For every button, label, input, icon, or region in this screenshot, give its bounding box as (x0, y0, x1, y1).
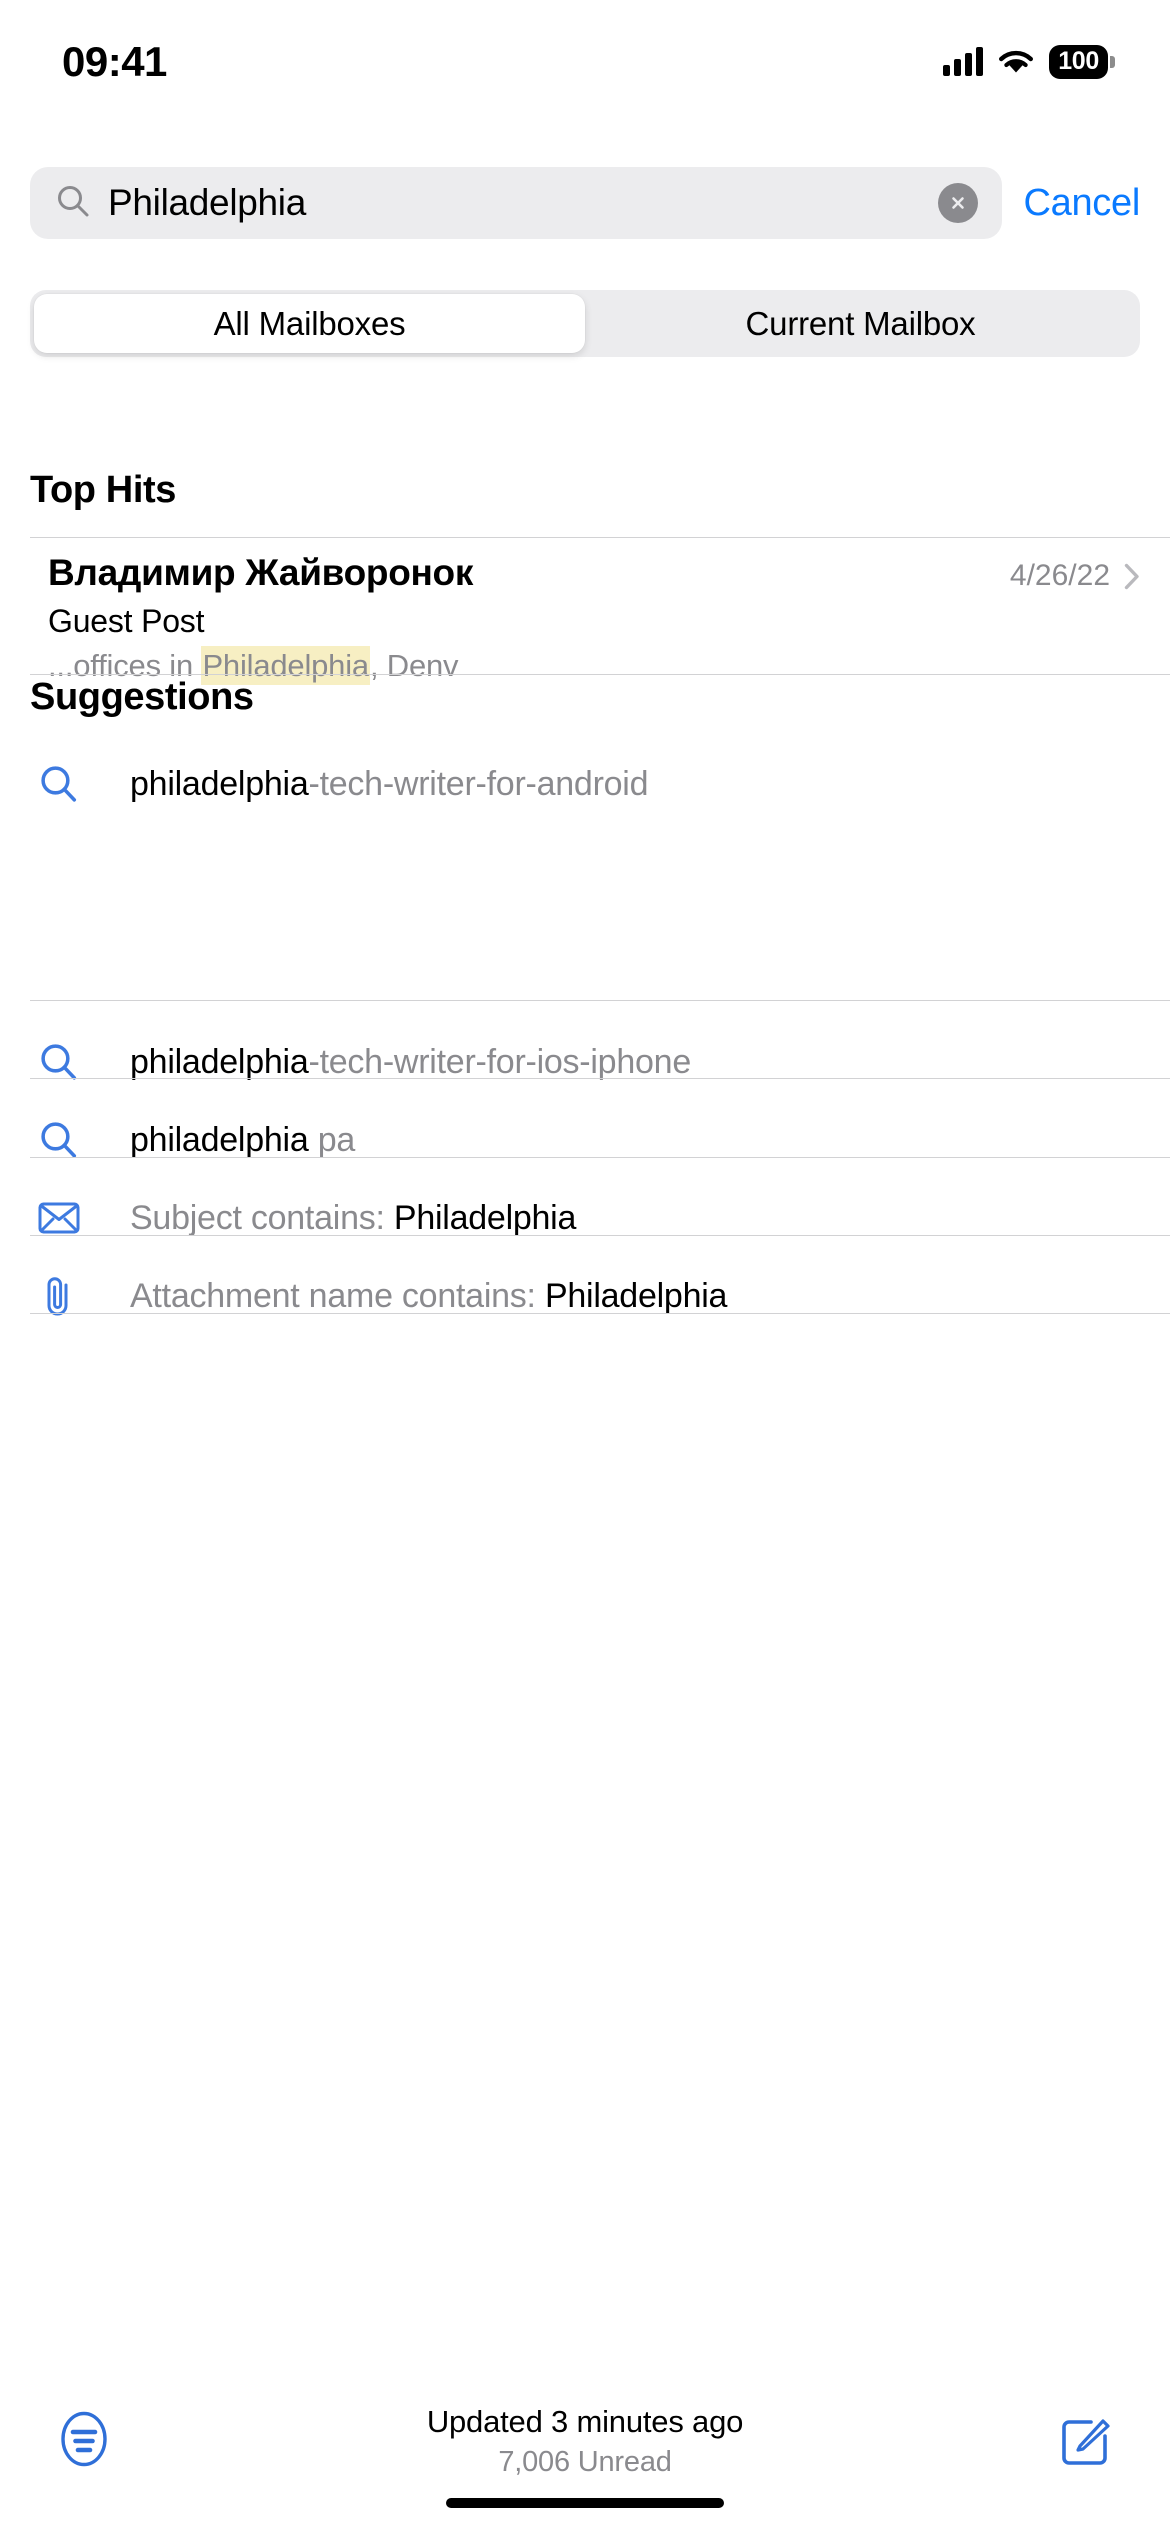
top-hit-row[interactable]: Владимир Жайворонок 4/26/22 Guest Post .… (0, 538, 1170, 685)
divider (30, 1235, 1170, 1236)
suggestion-term: Philadelphia (393, 1198, 577, 1237)
suggestion-label: philadelphia-tech-writer-for-ios-iphone (130, 1043, 691, 1082)
top-hit-sender: Владимир Жайворонок (48, 552, 474, 593)
suggestion-row[interactable]: Subject contains: Philadelphia (0, 1179, 1170, 1257)
filter-button[interactable] (48, 2400, 120, 2470)
status-bar-indicators: 100 (943, 45, 1108, 79)
divider (30, 1313, 1170, 1314)
suggestion-row[interactable]: Attachment name contains: Philadelphia (0, 1257, 1170, 1335)
suggestion-completion: -tech-writer-for-android (308, 764, 649, 803)
battery-icon: 100 (1049, 45, 1108, 79)
suggestion-label: philadelphia pa (130, 1121, 355, 1160)
cancel-button[interactable]: Cancel (1020, 182, 1141, 225)
suggestion-typed: philadelphia (130, 764, 309, 803)
search-icon (33, 764, 85, 804)
top-hit-date: 4/26/22 (1009, 559, 1110, 592)
toolbar-updated-text: Updated 3 minutes ago (426, 2404, 744, 2439)
paperclip-icon (33, 1274, 85, 1318)
home-indicator (446, 2498, 724, 2508)
suggestion-lead: Attachment name contains: (130, 1276, 545, 1315)
section-header-suggestions: Suggestions (30, 676, 254, 718)
scope-segment-current-mailbox[interactable]: Current Mailbox (585, 294, 1136, 353)
compose-icon (1055, 2408, 1117, 2470)
wifi-icon (997, 48, 1035, 76)
status-bar: 09:41 100 (0, 0, 1170, 100)
search-input[interactable]: Philadelphia (30, 167, 1002, 239)
suggestion-label: Subject contains: Philadelphia (130, 1199, 576, 1238)
suggestion-typed: philadelphia (130, 1042, 309, 1081)
filter-icon (53, 2408, 115, 2470)
envelope-icon (33, 1201, 85, 1235)
suggestion-row[interactable]: philadelphia-tech-writer-for-android (0, 745, 1170, 823)
top-hit-header-line: Владимир Жайворонок 4/26/22 (48, 538, 1140, 594)
divider (30, 1078, 1170, 1079)
clear-circle-icon[interactable] (937, 183, 978, 223)
search-icon (33, 1120, 85, 1160)
divider (30, 1157, 1170, 1158)
suggestion-completion: pa (308, 1120, 356, 1159)
top-hit-meta: 4/26/22 (1010, 559, 1140, 593)
bottom-toolbar: Updated 3 minutes ago 7,006 Unread (0, 2400, 1170, 2510)
suggestion-row[interactable]: philadelphia-tech-writer-for-ios-iphone (0, 1023, 1170, 1101)
scope-segment-all-mailboxes[interactable]: All Mailboxes (34, 294, 585, 353)
top-hit-subject: Guest Post (48, 603, 205, 639)
search-input-value: Philadelphia (108, 182, 307, 223)
chevron-right-icon (1124, 563, 1140, 590)
search-icon (56, 184, 90, 223)
toolbar-status: Updated 3 minutes ago 7,006 Unread (120, 2400, 1050, 2479)
suggestion-row[interactable]: philadelphia pa (0, 1101, 1170, 1179)
suggestion-lead: Subject contains: (130, 1198, 394, 1237)
suggestion-typed: philadelphia (130, 1120, 309, 1159)
search-row: Philadelphia Cancel (0, 162, 1170, 244)
toolbar-unread-count: 7,006 Unread (498, 2446, 672, 2478)
section-header-top-hits: Top Hits (30, 469, 176, 511)
suggestion-term: Philadelphia (544, 1276, 728, 1315)
divider (30, 1000, 1170, 1001)
compose-button[interactable] (1050, 2400, 1122, 2470)
suggestion-label: Attachment name contains: Philadelphia (130, 1277, 727, 1316)
suggestion-completion: -tech-writer-for-ios-iphone (308, 1042, 692, 1081)
scope-bar: All Mailboxes Current Mailbox (30, 290, 1140, 357)
cellular-signal-icon (943, 47, 984, 76)
divider (30, 674, 1170, 675)
preview-after: , Denv (369, 648, 459, 683)
status-bar-time: 09:41 (62, 38, 167, 85)
suggestion-label: philadelphia-tech-writer-for-android (130, 764, 649, 804)
search-icon (33, 1042, 85, 1082)
